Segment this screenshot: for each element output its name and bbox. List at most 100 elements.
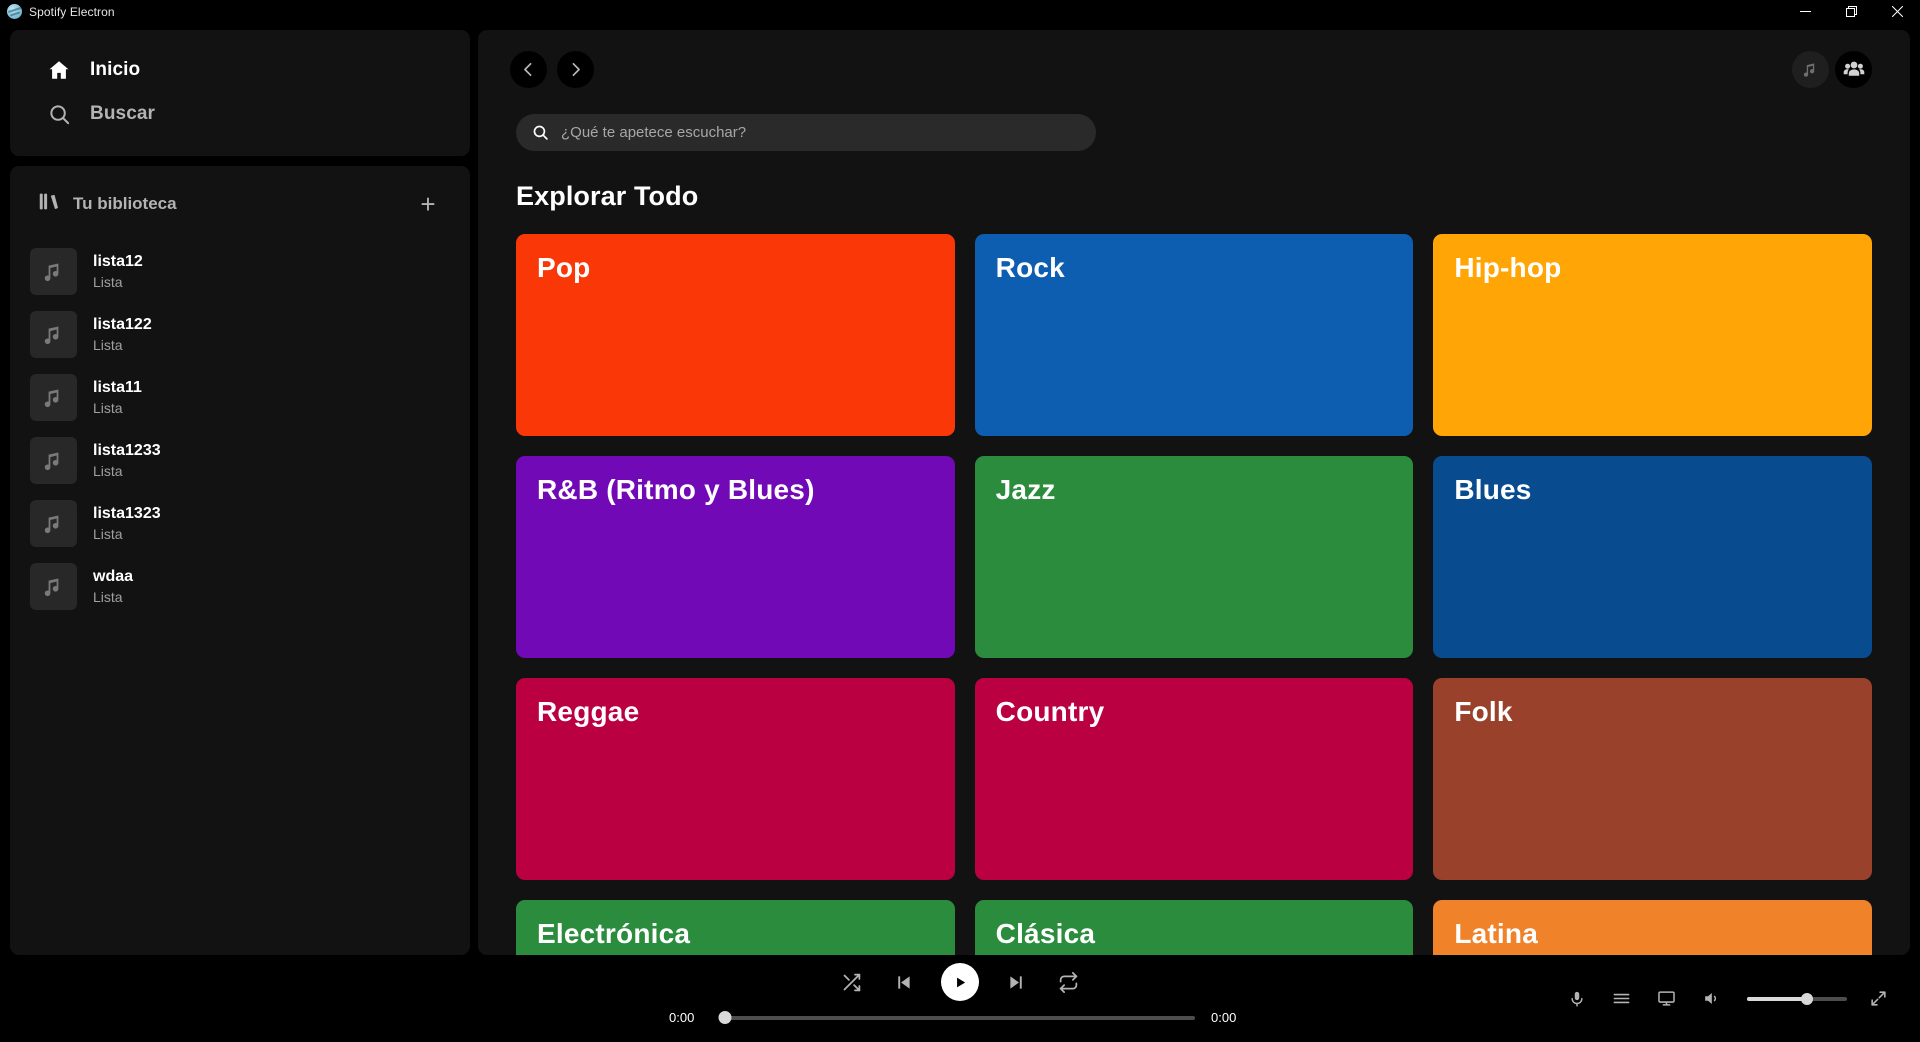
primary-nav: Inicio Buscar	[10, 30, 470, 156]
list-item-meta: lista122 Lista	[93, 316, 152, 353]
genre-label: Clásica	[995, 918, 1096, 949]
list-item-meta: wdaa Lista	[93, 568, 133, 605]
playlist-list[interactable]: lista12 Lista lista122 Lista lista11 Lis…	[10, 232, 470, 628]
back-button[interactable]	[510, 50, 547, 88]
genre-card-electronica[interactable]: Electrónica	[516, 900, 955, 955]
app-shell: Inicio Buscar Tu biblioteca + lista12 Li…	[0, 23, 1920, 1042]
sidebar-item-inicio[interactable]: Inicio	[10, 48, 470, 92]
playlist-name: lista1323	[93, 505, 161, 522]
shuffle-button[interactable]	[837, 968, 866, 997]
search-icon	[46, 101, 72, 127]
genre-label: Rock	[995, 252, 1065, 283]
playlist-name: lista122	[93, 316, 152, 333]
music-note-icon	[30, 374, 77, 421]
genre-label: Reggae	[537, 696, 640, 727]
profile-button[interactable]	[1835, 50, 1872, 88]
genre-label: R&B (Ritmo y Blues)	[537, 474, 815, 505]
previous-button[interactable]	[889, 968, 918, 997]
library-title: Tu biblioteca	[73, 194, 177, 213]
playlist-type: Lista	[93, 526, 123, 542]
music-note-icon	[30, 563, 77, 610]
list-item[interactable]: lista11 Lista	[20, 366, 460, 429]
genre-card-jazz[interactable]: Jazz	[974, 456, 1414, 658]
genre-label: Blues	[1454, 474, 1532, 505]
list-item[interactable]: lista12 Lista	[20, 240, 460, 303]
genre-scroll-area[interactable]: Pop Rock Hip-hop R&B (Ritmo y Blues) Jaz…	[478, 234, 1910, 955]
playlist-type: Lista	[93, 274, 123, 290]
add-playlist-button[interactable]: +	[412, 188, 444, 220]
forward-button[interactable]	[557, 50, 594, 88]
search-input[interactable]	[561, 114, 1080, 151]
progress-thumb[interactable]	[718, 1011, 732, 1024]
main-content: Explorar Todo Pop Rock Hip-hop R&B (Ritm…	[478, 30, 1910, 955]
music-note-icon	[30, 311, 77, 358]
progress-row: 0:00 0:00	[669, 1010, 1251, 1025]
playlist-name: lista12	[93, 253, 143, 270]
close-icon[interactable]	[1874, 0, 1920, 23]
queue-button[interactable]	[1608, 985, 1635, 1012]
genre-card-reggae[interactable]: Reggae	[516, 678, 955, 880]
topbar-right-group	[1792, 50, 1872, 88]
genre-label: Country	[995, 696, 1105, 727]
music-note-icon	[30, 248, 77, 295]
genre-card-country[interactable]: Country	[974, 678, 1414, 880]
music-note-icon	[30, 437, 77, 484]
playback-controls	[837, 963, 1083, 1001]
sidebar-item-buscar[interactable]: Buscar	[10, 92, 470, 136]
main-topbar	[478, 30, 1910, 108]
home-icon	[46, 57, 72, 83]
volume-thumb[interactable]	[1801, 992, 1813, 1005]
search-icon	[532, 124, 549, 141]
fullscreen-button[interactable]	[1865, 985, 1892, 1012]
genre-card-hip-hop[interactable]: Hip-hop	[1433, 234, 1872, 436]
sidebar-item-label: Inicio	[90, 59, 141, 80]
search-box[interactable]	[516, 114, 1096, 151]
genre-card-rock[interactable]: Rock	[974, 234, 1414, 436]
volume-slider[interactable]	[1747, 992, 1847, 1005]
minimize-icon[interactable]	[1782, 0, 1828, 23]
play-button[interactable]	[941, 963, 979, 1001]
genre-grid: Pop Rock Hip-hop R&B (Ritmo y Blues) Jaz…	[516, 234, 1872, 955]
playlist-name: lista11	[93, 379, 142, 396]
list-item[interactable]: lista1233 Lista	[20, 429, 460, 492]
genre-card-clasica[interactable]: Clásica	[974, 900, 1414, 955]
maximize-restore-icon[interactable]	[1828, 0, 1874, 23]
genre-card-rnb[interactable]: R&B (Ritmo y Blues)	[516, 456, 955, 658]
list-item[interactable]: wdaa Lista	[20, 555, 460, 618]
genre-label: Electrónica	[537, 918, 691, 949]
genre-card-folk[interactable]: Folk	[1433, 678, 1872, 880]
window-titlebar: Spotify Electron	[0, 0, 1920, 23]
list-item-meta: lista11 Lista	[93, 379, 142, 416]
genre-card-pop[interactable]: Pop	[516, 234, 955, 436]
spotify-electron-logo-icon	[7, 4, 22, 19]
list-item-meta: lista1233 Lista	[93, 442, 161, 479]
progress-slider[interactable]	[718, 1011, 1195, 1024]
device-button[interactable]	[1653, 985, 1680, 1012]
sidebar: Inicio Buscar Tu biblioteca + lista12 Li…	[10, 30, 470, 955]
list-item[interactable]: lista1323 Lista	[20, 492, 460, 555]
sidebar-item-label: Buscar	[90, 103, 156, 124]
genre-card-blues[interactable]: Blues	[1433, 456, 1872, 658]
library-header: Tu biblioteca +	[10, 176, 470, 232]
microphone-button[interactable]	[1564, 986, 1590, 1012]
list-item[interactable]: lista122 Lista	[20, 303, 460, 366]
music-note-icon	[30, 500, 77, 547]
playlist-name: lista1233	[93, 442, 161, 459]
next-button[interactable]	[1002, 968, 1031, 997]
genre-label: Hip-hop	[1454, 252, 1562, 283]
library-toggle[interactable]: Tu biblioteca	[38, 191, 177, 217]
playlist-type: Lista	[93, 400, 123, 416]
music-badge-button[interactable]	[1792, 50, 1829, 88]
volume-fill	[1747, 996, 1807, 1001]
player-bar: 0:00 0:00	[0, 957, 1920, 1042]
page-title: Explorar Todo	[516, 181, 699, 211]
genre-label: Latina	[1454, 918, 1538, 949]
genre-card-latina[interactable]: Latina	[1433, 900, 1872, 955]
library-panel: Tu biblioteca + lista12 Lista lista122 L…	[10, 166, 470, 955]
volume-button[interactable]	[1698, 985, 1725, 1012]
titlebar-left-group: Spotify Electron	[0, 4, 115, 19]
player-right-controls	[1564, 985, 1892, 1012]
repeat-button[interactable]	[1054, 968, 1083, 997]
list-item-meta: lista12 Lista	[93, 253, 143, 290]
genre-label: Jazz	[995, 474, 1056, 505]
